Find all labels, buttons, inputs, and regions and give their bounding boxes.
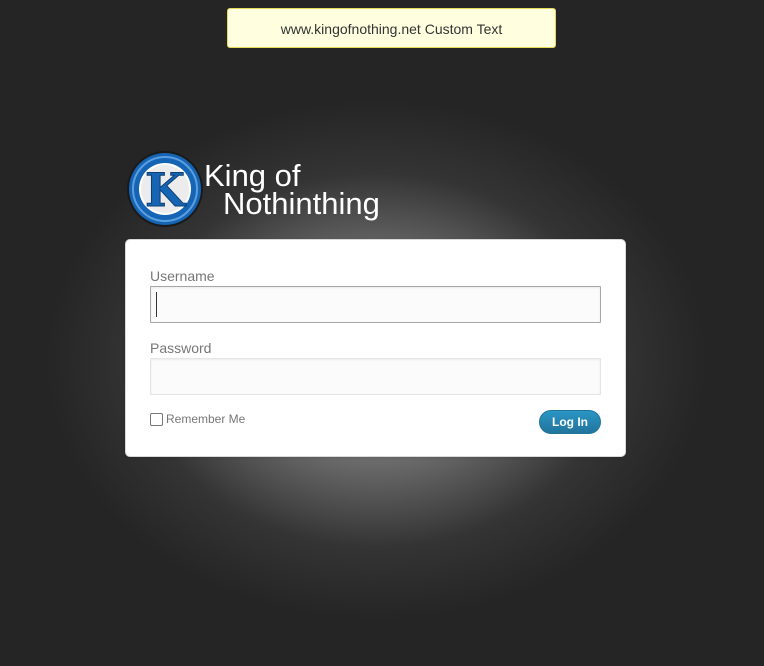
login-form: Username Password Remember Me Log In	[125, 239, 626, 457]
custom-text-notice: www.kingofnothing.net Custom Text	[227, 8, 556, 48]
username-label: Username	[150, 268, 215, 284]
username-field[interactable]	[150, 286, 601, 323]
remember-me-label[interactable]: Remember Me	[166, 412, 245, 426]
remember-me-checkbox[interactable]	[150, 413, 163, 426]
notice-text: www.kingofnothing.net Custom Text	[280, 21, 503, 37]
login-button[interactable]: Log In	[539, 410, 601, 434]
logo-emblem-letter: K	[145, 163, 187, 217]
password-field[interactable]	[150, 358, 601, 395]
password-label: Password	[150, 340, 212, 356]
logo-text-line2: Nothinthing	[223, 186, 380, 221]
site-logo[interactable]: K King of Nothinthing	[126, 150, 396, 232]
text-caret	[156, 292, 157, 317]
logo-emblem-icon: K	[127, 151, 203, 227]
